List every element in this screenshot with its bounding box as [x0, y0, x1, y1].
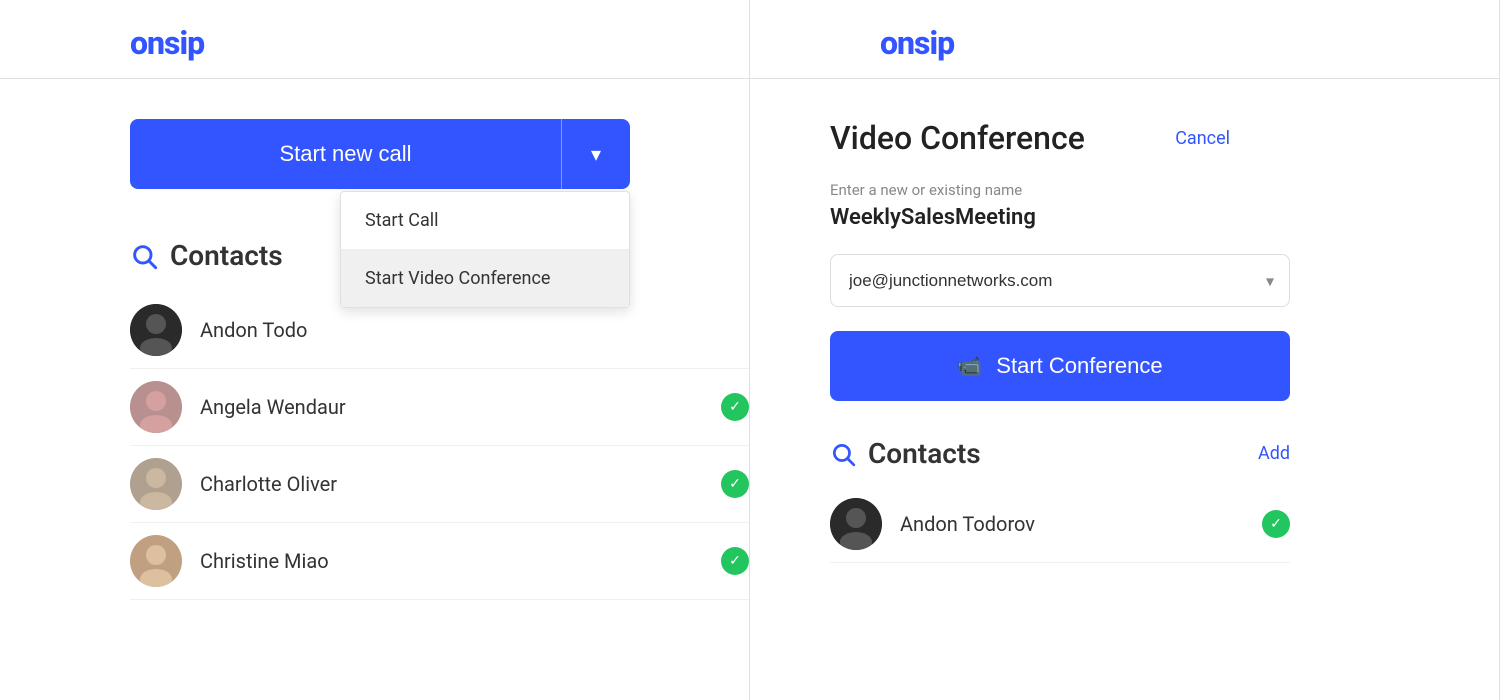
video-camera-icon: 📹	[957, 354, 982, 379]
video-conference-title: Video Conference	[830, 119, 1085, 157]
status-badge: ✓	[1262, 510, 1290, 538]
contact-name: Andon Todo	[200, 318, 749, 342]
table-row[interactable]: Christine Miao ✓	[130, 523, 749, 600]
add-contact-button[interactable]: Add	[1258, 443, 1290, 464]
contacts-left: Contacts	[830, 437, 981, 470]
search-icon	[130, 242, 158, 270]
contact-name: Angela Wendaur	[200, 395, 703, 419]
contact-name: Christine Miao	[200, 549, 703, 573]
contact-name: Andon Todorov	[900, 512, 1244, 536]
conference-name-label: Enter a new or existing name	[830, 181, 1290, 199]
right-logo: onsip	[750, 0, 1499, 62]
start-conference-button[interactable]: 📹 Start Conference	[830, 331, 1290, 401]
start-new-call-button[interactable]: Start new call	[130, 119, 562, 189]
dropdown-item-start-call[interactable]: Start Call	[341, 192, 629, 250]
email-select-wrapper: joe@junctionnetworks.com joe.smith@examp…	[830, 254, 1290, 307]
dropdown-item-start-video[interactable]: Start Video Conference	[341, 250, 629, 307]
contact-list: Andon Todo Angela Wendaur ✓	[130, 292, 749, 600]
avatar	[130, 304, 182, 356]
conference-name-value: WeeklySalesMeeting	[830, 205, 1290, 230]
left-logo: onsip	[0, 0, 749, 62]
email-select[interactable]: joe@junctionnetworks.com joe.smith@examp…	[830, 254, 1290, 307]
avatar	[130, 535, 182, 587]
right-panel: onsip Video Conference Cancel Enter a ne…	[750, 0, 1500, 700]
right-contacts-title: Contacts	[868, 437, 981, 470]
table-row[interactable]: Charlotte Oliver ✓	[130, 446, 749, 523]
status-badge: ✓	[721, 470, 749, 498]
video-conference-header: Video Conference Cancel	[830, 119, 1290, 157]
cancel-button[interactable]: Cancel	[1175, 128, 1230, 149]
contact-name: Charlotte Oliver	[200, 472, 703, 496]
status-badge: ✓	[721, 393, 749, 421]
avatar	[130, 381, 182, 433]
avatar	[130, 458, 182, 510]
table-row[interactable]: Andon Todorov ✓	[830, 486, 1290, 563]
table-row[interactable]: Angela Wendaur ✓	[130, 369, 749, 446]
left-panel: onsip Start new call ▾ Start Call Start …	[0, 0, 750, 700]
right-contact-list: Andon Todorov ✓	[830, 486, 1290, 563]
dropdown-toggle-button[interactable]: ▾	[562, 119, 630, 189]
status-badge: ✓	[721, 547, 749, 575]
contacts-title: Contacts	[170, 239, 283, 272]
split-button-wrapper: Start new call ▾ Start Call Start Video …	[130, 119, 630, 189]
chevron-down-icon: ▾	[591, 142, 601, 167]
left-content: Start new call ▾ Start Call Start Video …	[0, 79, 749, 600]
right-contacts-section: Contacts Add	[830, 437, 1290, 470]
right-content: Video Conference Cancel Enter a new or e…	[750, 79, 1290, 563]
avatar	[830, 498, 882, 550]
dropdown-menu: Start Call Start Video Conference	[340, 191, 630, 308]
search-icon	[830, 441, 856, 467]
